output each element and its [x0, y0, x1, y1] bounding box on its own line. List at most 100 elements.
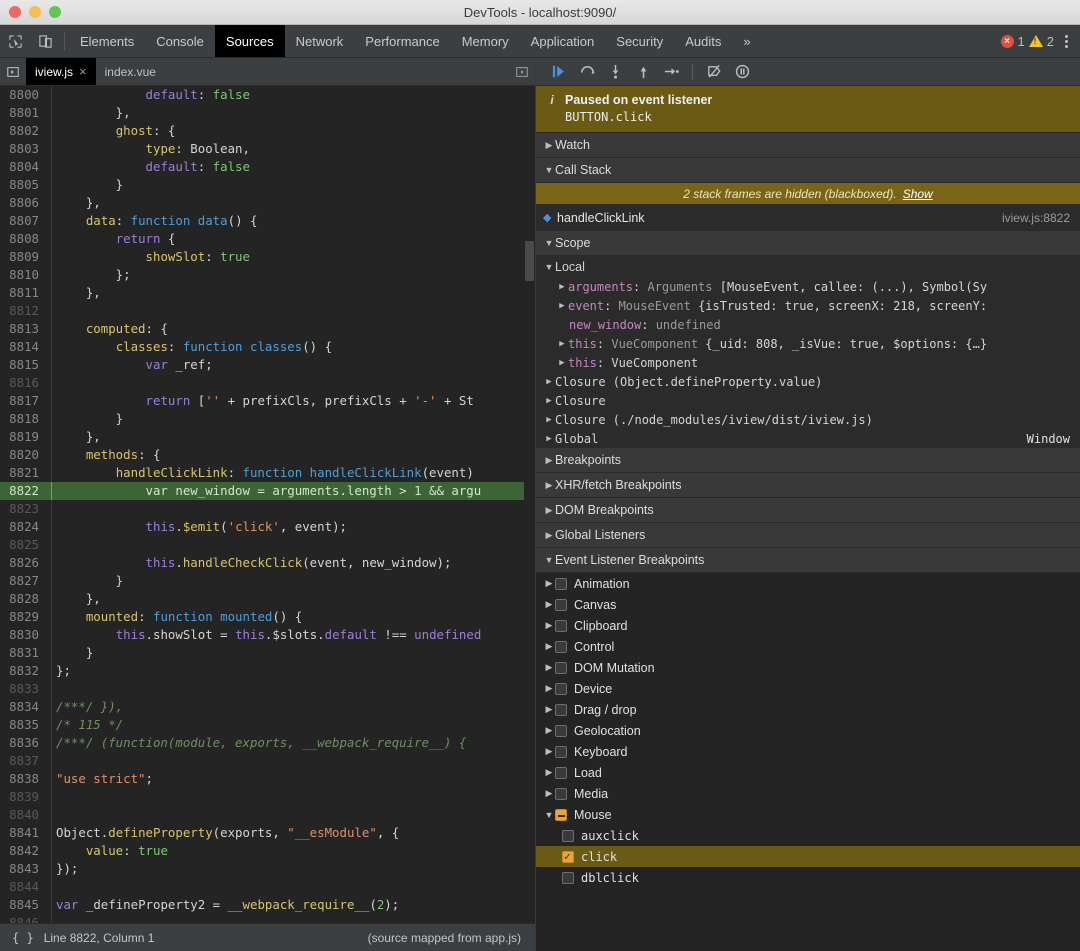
- scope-var-this-2[interactable]: ▶this: VueComponent: [536, 353, 1080, 372]
- elb-event[interactable]: auxclick: [536, 825, 1080, 846]
- navigator-toggle-icon[interactable]: [0, 58, 26, 85]
- code-line[interactable]: 8846: [0, 914, 535, 923]
- section-xhr-breakpoints[interactable]: ▶ XHR/fetch Breakpoints: [536, 473, 1080, 498]
- code-line[interactable]: 8845var _defineProperty2 = __webpack_req…: [0, 896, 535, 914]
- code-line[interactable]: 8820 methods: {: [0, 446, 535, 464]
- tab-more-chevron[interactable]: »: [732, 25, 761, 57]
- section-event-listener-breakpoints[interactable]: ▼ Event Listener Breakpoints: [536, 548, 1080, 573]
- step-into-icon[interactable]: [602, 61, 628, 83]
- resume-script-icon[interactable]: [546, 61, 572, 83]
- chevron-right-icon[interactable]: ▶: [543, 641, 555, 652]
- code-viewer[interactable]: 8800 default: false8801 },8802 ghost: {8…: [0, 86, 535, 923]
- elb-category[interactable]: ▶Device: [536, 678, 1080, 699]
- code-line[interactable]: 8805 }: [0, 176, 535, 194]
- scope-var-arguments[interactable]: ▶arguments: Arguments [MouseEvent, calle…: [536, 277, 1080, 296]
- elb-event-checkbox[interactable]: [562, 872, 574, 884]
- chevron-right-icon[interactable]: ▶: [543, 746, 555, 757]
- elb-checkbox[interactable]: [555, 767, 567, 779]
- code-line[interactable]: 8822 var new_window = arguments.length >…: [0, 482, 535, 500]
- scope-global[interactable]: ▶Global Window: [536, 429, 1080, 448]
- chevron-right-icon[interactable]: ▶: [543, 767, 555, 778]
- file-tab-index-vue[interactable]: index.vue: [96, 58, 165, 85]
- chevron-right-icon[interactable]: ▶: [543, 683, 555, 694]
- elb-checkbox[interactable]: [555, 725, 567, 737]
- code-line[interactable]: 8813 computed: {: [0, 320, 535, 338]
- devtools-menu-button[interactable]: [1058, 25, 1080, 57]
- elb-category[interactable]: ▼Mouse: [536, 804, 1080, 825]
- code-line[interactable]: 8811 },: [0, 284, 535, 302]
- step-icon[interactable]: [658, 61, 684, 83]
- section-scope[interactable]: ▼ Scope: [536, 231, 1080, 256]
- show-debugger-sidebar-icon[interactable]: [509, 58, 535, 85]
- code-line[interactable]: 8835/* 115 */: [0, 716, 535, 734]
- code-line[interactable]: 8841Object.defineProperty(exports, "__es…: [0, 824, 535, 842]
- code-line[interactable]: 8837: [0, 752, 535, 770]
- close-icon[interactable]: ×: [79, 64, 87, 79]
- code-line[interactable]: 8843});: [0, 860, 535, 878]
- step-over-icon[interactable]: [574, 61, 600, 83]
- code-line[interactable]: 8815 var _ref;: [0, 356, 535, 374]
- elb-category[interactable]: ▶Drag / drop: [536, 699, 1080, 720]
- code-line[interactable]: 8834/***/ }),: [0, 698, 535, 716]
- code-line[interactable]: 8812: [0, 302, 535, 320]
- code-line[interactable]: 8810 };: [0, 266, 535, 284]
- tab-elements[interactable]: Elements: [69, 25, 145, 57]
- code-line[interactable]: 8816: [0, 374, 535, 392]
- pretty-print-button[interactable]: { }: [0, 931, 44, 945]
- code-line[interactable]: 8836/***/ (function(module, exports, __w…: [0, 734, 535, 752]
- elb-event[interactable]: click: [536, 846, 1080, 867]
- code-line[interactable]: 8833: [0, 680, 535, 698]
- chevron-right-icon[interactable]: ▶: [543, 578, 555, 589]
- code-line[interactable]: 8839: [0, 788, 535, 806]
- section-dom-breakpoints[interactable]: ▶ DOM Breakpoints: [536, 498, 1080, 523]
- issue-counters[interactable]: × 1 2: [1001, 25, 1058, 57]
- editor-scrollbar[interactable]: [524, 86, 535, 923]
- scope-closure-3[interactable]: ▶Closure (./node_modules/iview/dist/ivie…: [536, 410, 1080, 429]
- section-global-listeners[interactable]: ▶ Global Listeners: [536, 523, 1080, 548]
- elb-checkbox[interactable]: [555, 704, 567, 716]
- tab-security[interactable]: Security: [605, 25, 674, 57]
- elb-category[interactable]: ▶Load: [536, 762, 1080, 783]
- deactivate-breakpoints-icon[interactable]: [701, 61, 727, 83]
- code-line[interactable]: 8840: [0, 806, 535, 824]
- elb-checkbox[interactable]: [555, 746, 567, 758]
- code-line[interactable]: 8817 return ['' + prefixCls, prefixCls +…: [0, 392, 535, 410]
- elb-checkbox[interactable]: [555, 599, 567, 611]
- scope-var-event[interactable]: ▶event: MouseEvent {isTrusted: true, scr…: [536, 296, 1080, 315]
- code-line[interactable]: 8832};: [0, 662, 535, 680]
- code-line[interactable]: 8807 data: function data() {: [0, 212, 535, 230]
- elb-event-checkbox[interactable]: [562, 851, 574, 863]
- call-stack-frame[interactable]: ◆ handleClickLink iview.js:8822: [536, 205, 1080, 231]
- tab-performance[interactable]: Performance: [354, 25, 450, 57]
- inspect-element-icon[interactable]: [0, 25, 30, 57]
- chevron-right-icon[interactable]: ▶: [543, 704, 555, 715]
- code-line[interactable]: 8808 return {: [0, 230, 535, 248]
- code-line[interactable]: 8801 },: [0, 104, 535, 122]
- tab-audits[interactable]: Audits: [674, 25, 732, 57]
- chevron-right-icon[interactable]: ▶: [543, 725, 555, 736]
- elb-category[interactable]: ▶Keyboard: [536, 741, 1080, 762]
- code-lines[interactable]: 8800 default: false8801 },8802 ghost: {8…: [0, 86, 535, 923]
- device-toolbar-icon[interactable]: [30, 25, 60, 57]
- elb-category[interactable]: ▶Geolocation: [536, 720, 1080, 741]
- elb-checkbox[interactable]: [555, 809, 567, 821]
- elb-checkbox[interactable]: [555, 662, 567, 674]
- tab-application[interactable]: Application: [520, 25, 606, 57]
- scope-closure-2[interactable]: ▶Closure: [536, 391, 1080, 410]
- code-line[interactable]: 8842 value: true: [0, 842, 535, 860]
- elb-checkbox[interactable]: [555, 683, 567, 695]
- elb-checkbox[interactable]: [555, 578, 567, 590]
- code-line[interactable]: 8827 }: [0, 572, 535, 590]
- elb-category[interactable]: ▶Clipboard: [536, 615, 1080, 636]
- tab-sources[interactable]: Sources: [215, 25, 285, 57]
- scope-var-new-window[interactable]: new_window: undefined: [536, 315, 1080, 334]
- section-watch[interactable]: ▶ Watch: [536, 133, 1080, 158]
- elb-event-checkbox[interactable]: [562, 830, 574, 842]
- elb-category[interactable]: ▶DOM Mutation: [536, 657, 1080, 678]
- pause-on-exceptions-icon[interactable]: [729, 61, 755, 83]
- file-tab-iview-js[interactable]: iview.js ×: [26, 58, 96, 85]
- code-line[interactable]: 8844: [0, 878, 535, 896]
- code-line[interactable]: 8824 this.$emit('click', event);: [0, 518, 535, 536]
- code-line[interactable]: 8809 showSlot: true: [0, 248, 535, 266]
- elb-checkbox[interactable]: [555, 641, 567, 653]
